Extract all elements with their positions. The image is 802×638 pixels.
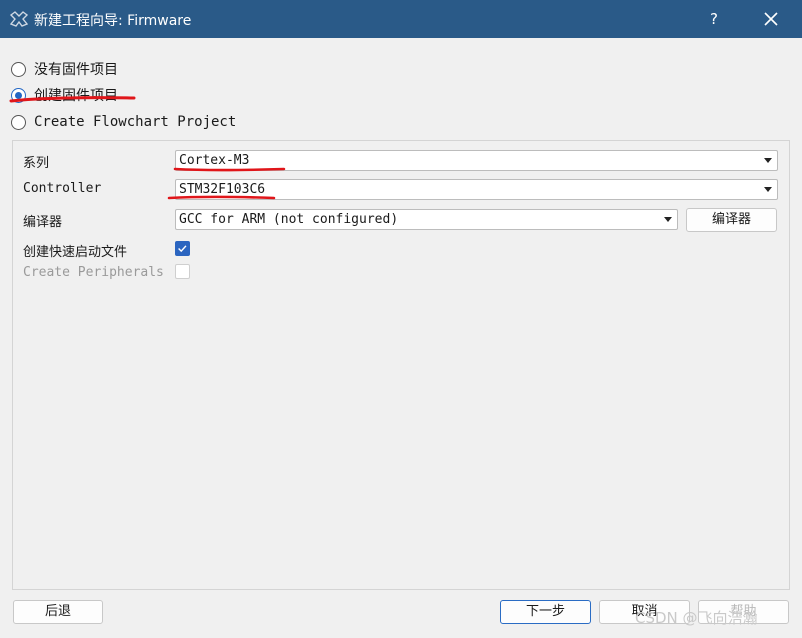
title-bar[interactable]: 新建工程向导: Firmware ? (0, 0, 802, 38)
compiler-button[interactable]: 编译器 (686, 208, 777, 232)
quickstart-checkbox[interactable] (175, 241, 190, 256)
quickstart-label: 创建快速启动文件 (23, 245, 128, 260)
radio-create-flowchart[interactable]: Create Flowchart Project (11, 112, 236, 132)
chevron-down-icon (764, 187, 772, 192)
settings-panel (12, 140, 790, 590)
radio-no-firmware[interactable]: 没有固件项目 (11, 59, 118, 79)
annotation-underline (167, 195, 276, 200)
radio-label: 没有固件项目 (34, 62, 118, 78)
back-button[interactable]: 后退 (13, 600, 103, 624)
help-footer-label: 帮助 (730, 604, 757, 619)
chevron-down-icon (664, 217, 672, 222)
next-button[interactable]: 下一步 (500, 600, 591, 624)
radio-label: Create Flowchart Project (34, 114, 237, 130)
chevron-down-icon (764, 158, 772, 163)
peripherals-label: Create Peripherals (23, 265, 164, 280)
compiler-combobox[interactable]: GCC for ARM (not configured) (175, 209, 678, 230)
controller-label: Controller (23, 181, 102, 196)
radio-button[interactable] (11, 114, 26, 130)
radio-button[interactable] (11, 61, 26, 77)
window-title: 新建工程向导: Firmware (34, 13, 192, 29)
peripherals-checkbox[interactable] (175, 264, 190, 279)
help-footer-button[interactable]: 帮助 (698, 600, 789, 624)
help-button[interactable]: ? (703, 6, 725, 32)
annotation-underline (9, 96, 136, 103)
annotation-underline (173, 167, 286, 172)
app-logo-icon (10, 11, 28, 27)
cancel-button[interactable]: 取消 (599, 600, 690, 624)
series-label: 系列 (23, 156, 50, 171)
close-icon[interactable] (758, 6, 784, 32)
compiler-label: 编译器 (23, 215, 63, 230)
compiler-value: GCC for ARM (not configured) (179, 212, 399, 227)
checkmark-icon (178, 245, 187, 253)
